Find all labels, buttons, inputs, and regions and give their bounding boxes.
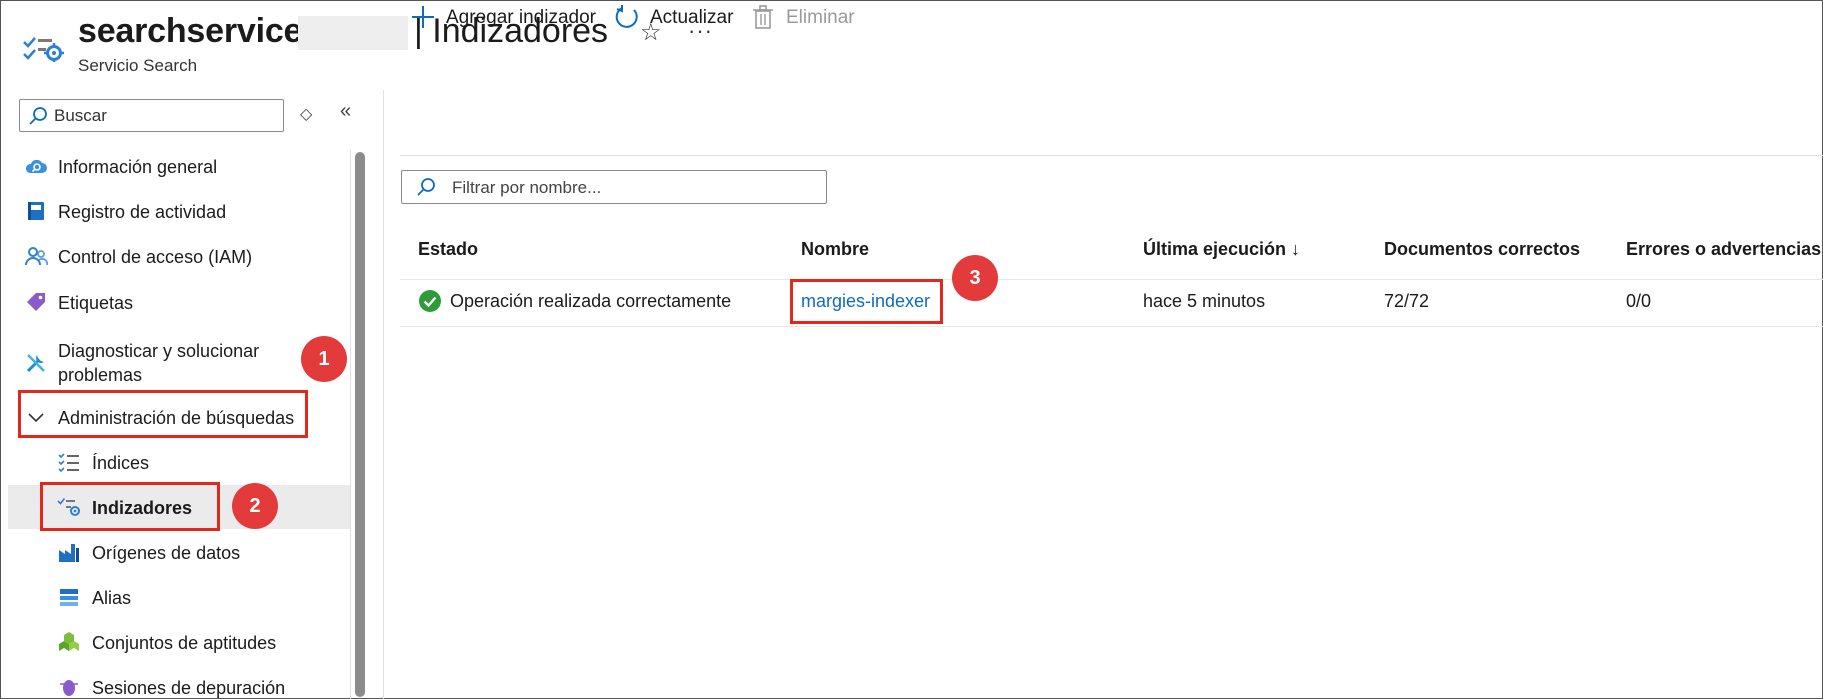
service-name: searchservice- xyxy=(78,12,314,50)
indexer-status: Operación realizada correctamente xyxy=(450,291,732,311)
sidebar-item-activity-log[interactable]: Registro de actividad xyxy=(0,189,350,233)
annotation-badge-1: 1 xyxy=(301,336,347,382)
column-header-docs[interactable]: Documentos correctos xyxy=(1384,239,1580,260)
column-header-status[interactable]: Estado xyxy=(418,239,478,260)
sidebar-item-label: Registro de actividad xyxy=(58,202,227,222)
wrench-icon xyxy=(26,354,45,373)
delete-button[interactable]: Eliminar xyxy=(750,0,860,36)
bug-icon xyxy=(60,680,78,696)
sort-updown-icon[interactable]: ◇ xyxy=(300,104,312,124)
sidebar-item-label: Alias xyxy=(92,588,132,608)
sidebar-scroll-track xyxy=(350,150,351,699)
cloud-search-icon xyxy=(25,159,47,173)
search-placeholder: Buscar xyxy=(54,106,107,125)
sidebar-item-alias[interactable]: Alias xyxy=(0,575,350,619)
sidebar-item-label: Índices xyxy=(92,453,150,473)
delete-label: Eliminar xyxy=(786,7,855,28)
sidebar-item-data-sources[interactable]: Orígenes de datos xyxy=(0,530,350,574)
toolbar-divider xyxy=(400,155,1823,156)
sidebar-item-label: Etiquetas xyxy=(58,293,134,313)
column-header-errors[interactable]: Errores o advertencias xyxy=(1626,239,1821,260)
sidebar-item-overview[interactable]: Información general xyxy=(0,144,350,188)
refresh-icon xyxy=(615,5,638,28)
search-service-icon xyxy=(23,37,64,62)
trash-icon xyxy=(753,5,773,29)
cubes-icon xyxy=(59,632,79,651)
filter-placeholder: Filtrar por nombre... xyxy=(452,178,602,197)
search-icon xyxy=(417,178,435,196)
list-check-icon xyxy=(58,453,79,473)
sidebar-item-debug-sessions[interactable]: Sesiones de depuración xyxy=(0,665,350,699)
tag-icon xyxy=(27,293,45,311)
add-indexer-label: Agregar indizador xyxy=(446,7,596,28)
sidebar-scrollbar[interactable] xyxy=(355,152,365,697)
add-indexer-button[interactable]: Agregar indizador xyxy=(410,0,600,36)
sidebar-item-tags[interactable]: Etiquetas xyxy=(0,280,350,324)
annotation-badge-3: 3 xyxy=(952,255,998,301)
indexer-errors: 0/0 xyxy=(1626,291,1652,311)
sidebar-item-diagnose[interactable]: Diagnosticar y solucionar problemas xyxy=(0,335,350,391)
sidebar-item-iam[interactable]: Control de acceso (IAM) xyxy=(0,234,350,278)
column-header-last-run[interactable]: Última ejecución ↓ xyxy=(1143,239,1300,260)
refresh-button[interactable]: Actualizar xyxy=(614,0,734,36)
sidebar-item-label-line2: problemas xyxy=(58,365,143,385)
refresh-label: Actualizar xyxy=(650,7,734,28)
search-icon xyxy=(29,107,47,125)
sidebar-item-label: Sesiones de depuración xyxy=(92,678,286,698)
factory-icon xyxy=(59,544,79,562)
alias-icon xyxy=(60,589,78,606)
collapse-sidebar-icon[interactable]: « xyxy=(340,100,351,123)
highlight-indexers xyxy=(40,482,220,531)
filter-by-name-input[interactable]: Filtrar por nombre... xyxy=(401,170,827,204)
sidebar-item-label: Información general xyxy=(58,157,218,177)
row-divider xyxy=(400,326,1823,327)
highlight-indexer-link xyxy=(790,279,943,324)
people-icon xyxy=(25,247,48,266)
annotation-badge-2: 2 xyxy=(232,483,278,529)
sidebar-item-indexes[interactable]: Índices xyxy=(0,440,350,484)
sidebar-divider xyxy=(383,90,384,699)
success-check-icon xyxy=(419,290,441,312)
header-divider xyxy=(400,279,1823,280)
column-header-name[interactable]: Nombre xyxy=(801,239,869,260)
sidebar-item-label-line1: Diagnosticar y solucionar xyxy=(58,341,260,361)
activity-log-icon xyxy=(28,202,44,220)
redacted-name xyxy=(298,16,408,50)
sidebar-item-skillsets[interactable]: Conjuntos de aptitudes xyxy=(0,620,350,664)
sidebar-search-input[interactable]: Buscar xyxy=(19,99,284,132)
plus-icon xyxy=(412,6,434,28)
indexer-docs: 72/72 xyxy=(1384,291,1430,311)
sidebar-item-label: Conjuntos de aptitudes xyxy=(92,633,277,653)
sidebar-item-label: Orígenes de datos xyxy=(92,543,241,563)
page-subtitle: Servicio Search xyxy=(78,56,198,75)
sidebar-item-label: Control de acceso (IAM) xyxy=(58,247,253,267)
indexer-last-run: hace 5 minutos xyxy=(1143,291,1266,311)
highlight-search-management xyxy=(18,390,308,438)
